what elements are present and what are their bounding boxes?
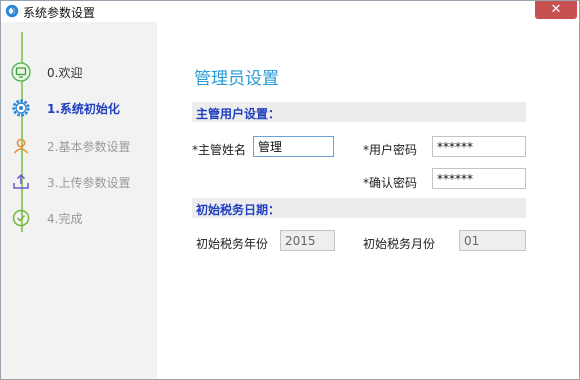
step-welcome[interactable]: 0.欢迎 xyxy=(9,60,155,84)
step-system-init[interactable]: 1.系统初始化 xyxy=(9,96,155,120)
tax-year-input[interactable] xyxy=(280,230,335,251)
app-logo-icon xyxy=(5,4,19,18)
step-label: 0.欢迎 xyxy=(47,66,83,80)
section-header-user: 主管用户设置： xyxy=(192,102,526,122)
title-bar: 系统参数设置 ✕ xyxy=(1,1,579,21)
step-basic-params[interactable]: 2.基本参数设置 xyxy=(9,134,155,158)
section-header-tax: 初始税务日期： xyxy=(192,198,526,218)
close-button[interactable]: ✕ xyxy=(535,1,577,19)
user-password-input[interactable] xyxy=(432,136,526,157)
confirm-password-input[interactable] xyxy=(432,168,526,189)
wizard-steps-sidebar: 0.欢迎 1.系统初始化 2.基本参数设置 3.上传参数设置 4.完成 xyxy=(1,22,157,379)
user-password-label: *用户密码 xyxy=(363,143,418,157)
window-title: 系统参数设置 xyxy=(23,6,96,20)
tax-year-label: 初始税务年份 xyxy=(196,237,269,251)
confirm-password-label: *确认密码 xyxy=(363,176,418,190)
settings-window: 系统参数设置 ✕ 0.欢迎 1.系统初始化 2.基本参数设置 3.上传参数设置 … xyxy=(0,0,580,380)
check-circle-icon xyxy=(12,209,30,227)
step-finish[interactable]: 4.完成 xyxy=(9,206,155,230)
upload-icon xyxy=(13,173,29,189)
step-label: 1.系统初始化 xyxy=(47,102,120,116)
step-upload-params[interactable]: 3.上传参数设置 xyxy=(9,170,155,194)
step-label: 2.基本参数设置 xyxy=(47,140,131,154)
admin-name-input[interactable] xyxy=(253,136,334,157)
page-title: 管理员设置 xyxy=(194,69,279,89)
monitor-icon xyxy=(11,62,31,82)
section-title: 主管用户设置： xyxy=(196,107,281,121)
main-panel: 管理员设置 主管用户设置： *主管姓名 *用户密码 *确认密码 初始税务日期： … xyxy=(157,22,579,379)
step-label: 3.上传参数设置 xyxy=(47,176,131,190)
tax-month-label: 初始税务月份 xyxy=(363,237,436,251)
tax-month-input[interactable] xyxy=(459,230,526,251)
admin-name-label: *主管姓名 xyxy=(192,143,247,157)
section-title: 初始税务日期： xyxy=(196,203,281,217)
step-label: 4.完成 xyxy=(47,212,83,226)
user-icon xyxy=(13,138,29,154)
gear-icon xyxy=(12,99,30,117)
